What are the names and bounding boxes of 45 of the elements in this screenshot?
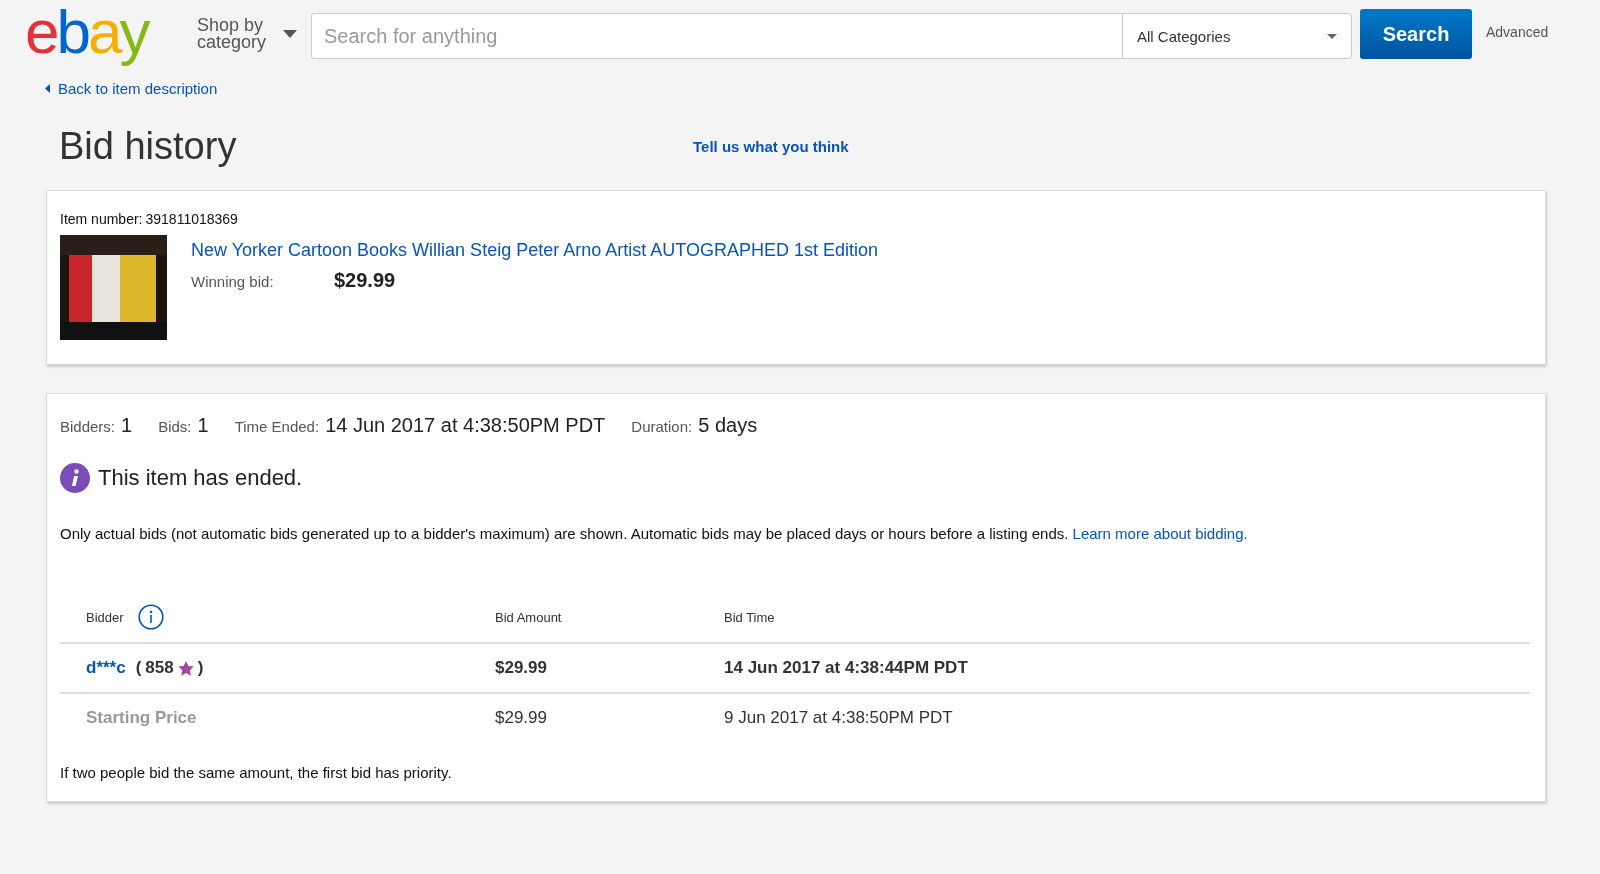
category-dropdown[interactable]: All Categories (1122, 13, 1352, 59)
search-button[interactable]: Search (1360, 9, 1472, 59)
summary-value: 1 (121, 414, 133, 437)
winning-bid-amount: $29.99 (334, 269, 396, 292)
item-number-label: Item number: (60, 211, 143, 227)
table-cell: 9 Jun 2017 at 4:38:50PM PDT (724, 708, 953, 727)
shop-by-category-button[interactable]: Shop by category (197, 17, 301, 51)
photo-placeholder[interactable] (60, 235, 167, 340)
caret-icon (283, 30, 297, 38)
parenthesis: ( (135, 658, 142, 678)
caret-icon (1327, 33, 1337, 39)
parenthesis: ) (197, 658, 204, 678)
summary-label: Bidders: (60, 418, 116, 435)
feedback-link[interactable]: Tell us what you think (693, 138, 849, 155)
item-title-link[interactable]: New Yorker Cartoon Books Willian Steig Peter Arno Artist AUTOGRAPHED 1st Edition (191, 240, 878, 261)
bidder-link[interactable]: d***c (86, 658, 126, 678)
item-number: 391811018369 (145, 211, 238, 227)
caret-left-icon (45, 84, 50, 93)
column-header: Bid Amount (495, 609, 562, 625)
info-icon (60, 463, 90, 493)
feedback-score: 858 (145, 658, 174, 678)
summary-label: Bids: (158, 418, 192, 435)
back-link[interactable]: Back to item description (45, 80, 218, 97)
info-paragraph: Only actual bids (not automatic bids generated up to a bidder's maximum) are shown. Automatic bids may be placed days or hours before a listing ends. Learn more about bidding. (60, 525, 1249, 542)
table-cell: 14 Jun 2017 at 4:38:44PM PDT (724, 658, 968, 677)
page-title: Bid history (59, 125, 238, 168)
table-cell: Starting Price (86, 708, 197, 727)
star-icon (177, 660, 194, 676)
footnote: If two people bid the same amount, the first bid has priority. (60, 764, 453, 781)
notice-text: This item has ended. (98, 465, 303, 491)
summary-value: 14 Jun 2017 at 4:38:50PM PDT (325, 414, 606, 437)
search-field[interactable]: Search for anything (311, 13, 1122, 59)
info-icon (137, 604, 164, 630)
summary-label: Duration: (631, 418, 693, 435)
logo[interactable]: ebay (25, 0, 181, 68)
summary-label: Time Ended: (234, 418, 320, 435)
column-header: Bidder (86, 609, 124, 625)
learn-more-link[interactable]: Learn more about bidding. (1072, 525, 1248, 542)
summary-value: 1 (197, 414, 209, 437)
column-header: Bid Time (724, 609, 775, 625)
summary-value: 5 days (698, 414, 758, 437)
winning-bid-label: Winning bid: (191, 273, 275, 290)
advanced-link[interactable]: Advanced (1486, 24, 1549, 40)
table-cell: $29.99 (495, 658, 547, 677)
table-cell: $29.99 (495, 708, 547, 727)
